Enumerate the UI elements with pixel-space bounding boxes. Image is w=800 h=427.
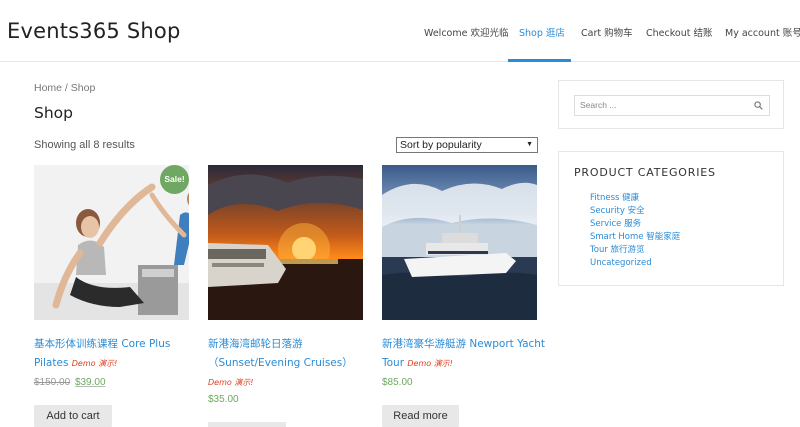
category-smart-home[interactable]: Smart Home 智能家庭 <box>590 231 680 244</box>
sort-selected-value: Sort by popularity <box>400 139 482 151</box>
regular-price: $150.00 <box>34 377 71 388</box>
breadcrumb-home[interactable]: Home <box>34 82 62 94</box>
demo-label: Demo 演示! <box>71 359 118 368</box>
nav-cart[interactable]: Cart 购物车 <box>581 25 633 39</box>
read-more-button[interactable]: Read more <box>382 405 459 427</box>
product-card: 新港海湾邮轮日落游 （Sunset/Evening Cruises） Demo … <box>208 165 363 427</box>
category-uncategorized[interactable]: Uncategorized <box>590 257 680 270</box>
search-placeholder: Search ... <box>580 100 617 110</box>
nav-my-account[interactable]: My account 账号 <box>725 25 800 39</box>
product-card: 新港湾豪华游艇游 Newport Yacht Tour Demo 演示! $85… <box>382 165 545 427</box>
product-title[interactable]: 基本形体训练课程 Core Plus Pilates Demo 演示! <box>34 335 199 373</box>
product-image[interactable]: Sale! <box>34 165 189 320</box>
site-title[interactable]: Events365 Shop <box>7 19 180 43</box>
product-button-partial[interactable] <box>208 422 286 427</box>
product-price: $150.00 $39.00 <box>34 377 106 388</box>
sale-price: $39.00 <box>74 377 106 388</box>
product-image[interactable] <box>208 165 363 320</box>
product-categories-widget: PRODUCT CATEGORIES Fitness 健康 Security 安… <box>558 151 784 286</box>
result-count: Showing all 8 results <box>34 139 135 151</box>
category-list: Fitness 健康 Security 安全 Service 服务 Smart … <box>590 192 680 270</box>
demo-label: Demo 演示! <box>208 378 254 387</box>
nav-welcome[interactable]: Welcome 欢迎光临 <box>424 25 508 39</box>
yacht-photo <box>382 165 537 320</box>
breadcrumb-current: Shop <box>70 82 96 94</box>
product-price: $85.00 <box>382 377 413 388</box>
breadcrumb: Home / Shop <box>34 82 95 94</box>
category-tour[interactable]: Tour 旅行游览 <box>590 244 680 257</box>
nav-active-indicator <box>508 59 571 62</box>
chevron-down-icon: ▼ <box>526 141 533 148</box>
site-header: Events365 Shop Welcome 欢迎光临 Shop 逛店 Cart… <box>0 0 800 62</box>
sort-select[interactable]: Sort by popularity ▼ <box>396 137 538 153</box>
search-icon[interactable] <box>754 101 763 110</box>
product-title[interactable]: 新港海湾邮轮日落游 （Sunset/Evening Cruises） Demo … <box>208 335 373 392</box>
sale-badge: Sale! <box>160 165 189 194</box>
nav-checkout[interactable]: Checkout 结账 <box>646 25 712 39</box>
breadcrumb-separator: / <box>62 82 71 94</box>
sunset-cruise-photo <box>208 165 363 320</box>
product-card: Sale! 基本形体训练课程 Core Plus Pilates Demo 演示… <box>34 165 189 427</box>
widget-title: PRODUCT CATEGORIES <box>574 166 716 179</box>
nav-shop[interactable]: Shop 逛店 <box>519 25 565 39</box>
category-security[interactable]: Security 安全 <box>590 205 680 218</box>
page-title: Shop <box>34 104 73 122</box>
search-widget: Search ... <box>558 80 784 129</box>
category-fitness[interactable]: Fitness 健康 <box>590 192 680 205</box>
search-input[interactable]: Search ... <box>574 95 770 116</box>
category-service[interactable]: Service 服务 <box>590 218 680 231</box>
product-title[interactable]: 新港湾豪华游艇游 Newport Yacht Tour Demo 演示! <box>382 335 547 373</box>
product-image[interactable] <box>382 165 537 320</box>
product-title-text[interactable]: 新港海湾邮轮日落游 （Sunset/Evening Cruises） <box>208 338 353 369</box>
add-to-cart-button[interactable]: Add to cart <box>34 405 112 427</box>
product-price: $35.00 <box>208 394 239 405</box>
demo-label: Demo 演示! <box>407 359 453 368</box>
